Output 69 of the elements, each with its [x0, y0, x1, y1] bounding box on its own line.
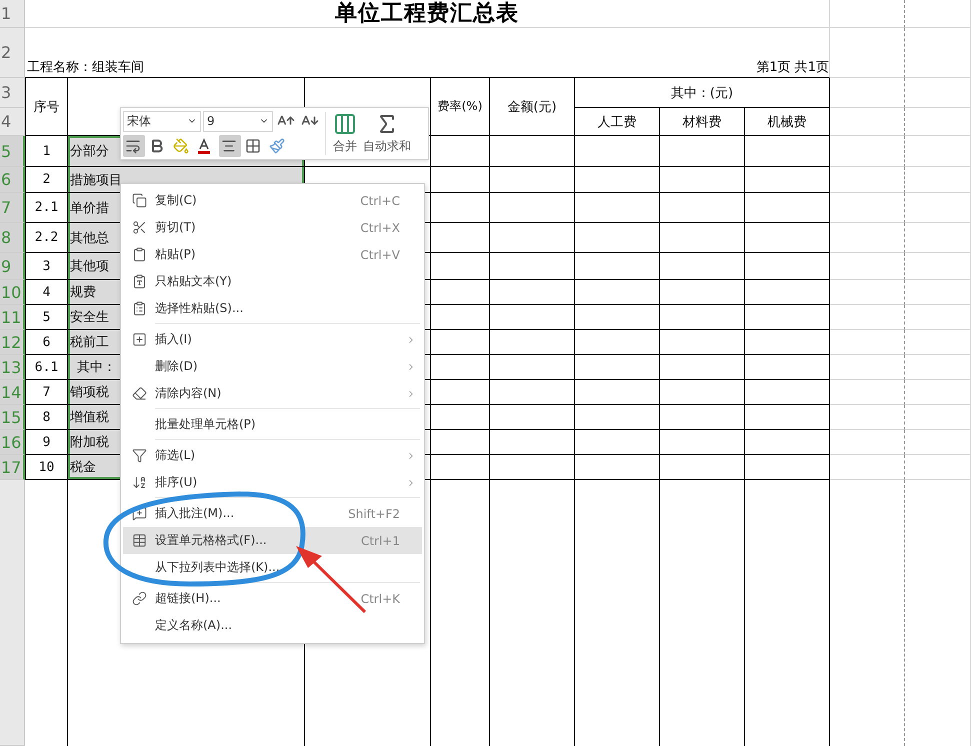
grid-cell: [905, 193, 971, 223]
font-size-select[interactable]: 9: [203, 110, 273, 132]
grid-cell: [905, 108, 971, 136]
autosum-button[interactable]: 自动求和: [360, 110, 414, 157]
grid-cell: [905, 305, 971, 330]
row-header[interactable]: 4: [0, 108, 25, 136]
scissors-icon: [132, 220, 146, 235]
row-header[interactable]: 1: [0, 0, 25, 28]
clipboard-icon: [132, 247, 146, 262]
shortcut-text: Ctrl+X: [360, 220, 400, 234]
column-header: 人工费: [575, 108, 660, 136]
grid-cell: [905, 355, 971, 380]
link-icon: [132, 591, 146, 606]
wrap-text-icon: [125, 138, 141, 154]
clipboard-list-icon: [132, 301, 146, 316]
project-name: 工程名称：组装车间: [27, 59, 144, 76]
shortcut-text: Ctrl+1: [360, 534, 400, 548]
page-number: 第1页 共1页: [756, 59, 829, 76]
font-select[interactable]: 宋体: [123, 110, 201, 132]
shortcut-text: Ctrl+C: [360, 194, 400, 208]
grid-cell: [905, 136, 971, 167]
copy-icon: [132, 193, 146, 208]
grid-cell: [905, 405, 971, 430]
font-color-icon: [197, 138, 211, 154]
grid-cell: [905, 330, 971, 355]
align-center-button[interactable]: [219, 134, 241, 157]
paint-bucket-icon: [173, 138, 189, 154]
column-header: 费率(%): [431, 78, 490, 136]
grid-cell: [905, 253, 971, 280]
column-header: 序号: [25, 78, 68, 136]
sheet-title: 单位工程费汇总表: [25, 0, 830, 28]
grid-cell: [905, 28, 971, 78]
grid-cell: [905, 455, 971, 480]
clipboard-text-icon: [132, 274, 146, 289]
menu-item[interactable]: 定义名称(A)...: [123, 612, 422, 639]
wrap-text-button[interactable]: [123, 134, 145, 157]
menu-item[interactable]: 设置单元格格式(F)... Ctrl+1: [123, 527, 422, 554]
row-header[interactable]: 3: [0, 78, 25, 108]
insert-icon: [132, 332, 146, 347]
table-cell: [431, 136, 490, 167]
comment-icon: [132, 506, 146, 521]
column-header: 其中：(元): [575, 78, 830, 108]
grid-cell: [905, 223, 971, 253]
eraser-icon: [132, 386, 146, 401]
menu-item[interactable]: 从下拉列表中选择(K)...: [123, 554, 422, 581]
grid-cell: [905, 167, 971, 193]
grid-cell: [905, 0, 971, 28]
grid-cell: [905, 280, 971, 305]
merge-icon: [333, 112, 357, 136]
sort-icon: [132, 475, 146, 490]
column-header: 材料费: [660, 108, 745, 136]
bold-icon: [149, 138, 165, 154]
border-icon: [245, 138, 261, 154]
grid-cell: [905, 380, 971, 405]
column-header: 机械费: [745, 108, 830, 136]
filter-icon: [132, 448, 146, 463]
shortcut-text: Shift+F2: [348, 506, 400, 520]
menu-item[interactable]: 插入批注(M)... Shift+F2: [123, 500, 422, 527]
align-center-icon: [221, 138, 237, 154]
menu-item[interactable]: 超链接(H)... Ctrl+K: [123, 585, 422, 612]
grid-cell: [905, 78, 971, 108]
row-header[interactable]: 2: [0, 28, 25, 78]
shortcut-text: Ctrl+K: [360, 592, 400, 606]
paintbrush-icon: [269, 138, 285, 154]
grid-cell: [905, 430, 971, 455]
shortcut-text: Ctrl+V: [360, 248, 400, 262]
column-header: 金额(元): [490, 78, 575, 136]
merge-button[interactable]: 合并: [330, 110, 360, 157]
table-icon: [132, 533, 146, 548]
